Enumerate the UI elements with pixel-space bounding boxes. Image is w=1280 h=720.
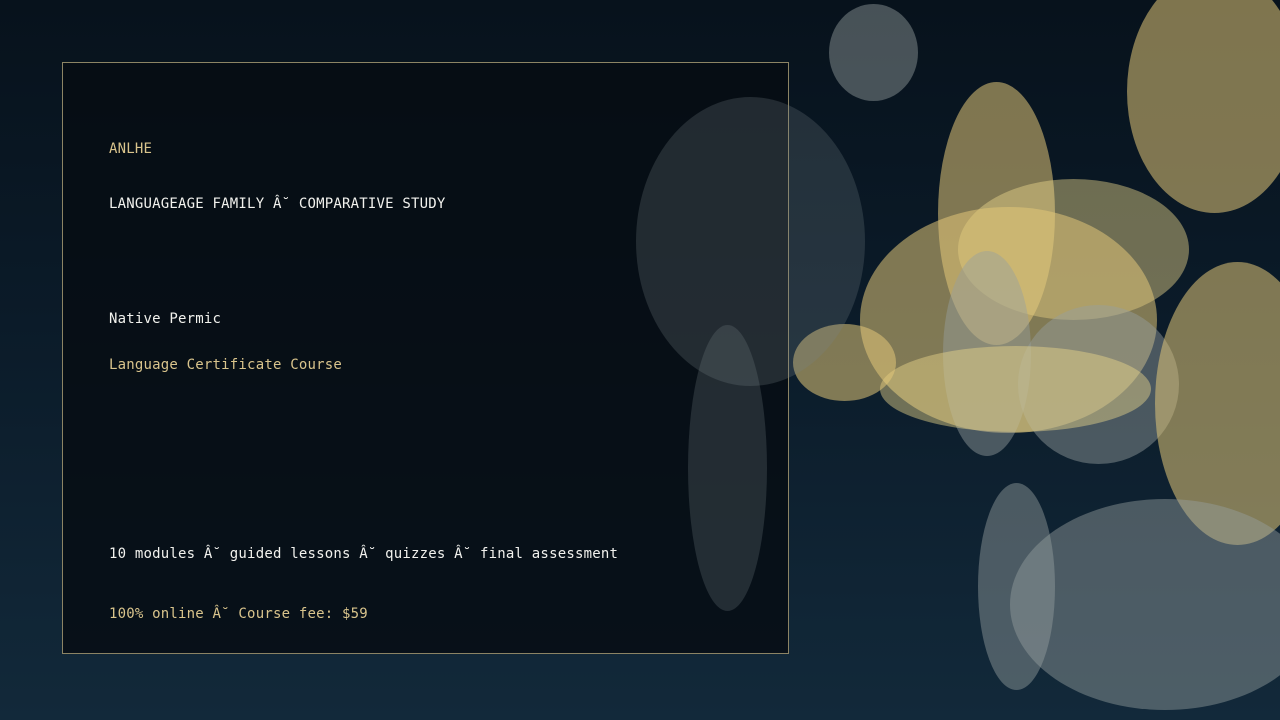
course-features: 10 modules Â˘ guided lessons Â˘ quizzes … (109, 546, 619, 562)
bokeh-circle (880, 346, 1151, 432)
course-pricing: 100% online Â˘ Course fee: $59 (109, 606, 368, 622)
bokeh-circle (636, 97, 865, 386)
course-title: Native Permic (109, 311, 222, 327)
brand-name: ANLHE (109, 141, 153, 157)
course-type: Language Certificate Course (109, 357, 342, 373)
bokeh-circle (688, 325, 767, 611)
bokeh-circle (978, 483, 1055, 690)
subtitle: LANGUAGEAGE FAMILY Â˘ COMPARATIVE STUDY (109, 196, 446, 212)
bokeh-circle (1127, 0, 1280, 213)
page: { "brand": "ANLHE", "subtitle": "LANGUAG… (0, 0, 1280, 720)
bokeh-circle (829, 4, 918, 101)
course-card: ANLHE LANGUAGEAGE FAMILY Â˘ COMPARATIVE … (62, 62, 865, 654)
